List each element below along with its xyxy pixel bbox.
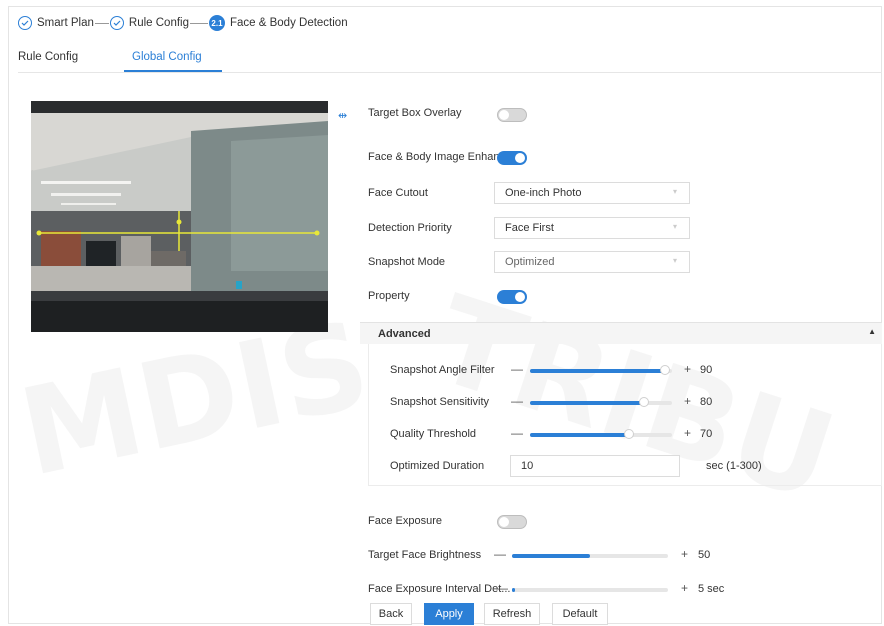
slider-fill [530, 433, 629, 437]
quality-decrease[interactable]: — [511, 426, 523, 440]
interval-value: 5 sec [698, 583, 725, 595]
sensitivity-decrease[interactable]: — [511, 394, 523, 408]
slider-fill [512, 554, 590, 558]
sensitivity-value: 80 [700, 396, 713, 408]
active-tab-indicator [124, 70, 222, 72]
step-rule-config[interactable]: Rule Config [109, 16, 189, 30]
caret-up-icon[interactable]: ▲ [868, 327, 876, 336]
default-button[interactable]: Default [552, 603, 608, 625]
brightness-decrease[interactable]: — [494, 547, 506, 561]
chevron-down-icon: ▾ [673, 187, 678, 196]
detection-priority-value: Face First [505, 222, 554, 234]
back-button[interactable]: Back [370, 603, 412, 625]
angle-filter-decrease[interactable]: — [511, 362, 523, 376]
target-box-overlay-toggle[interactable] [497, 108, 527, 122]
refresh-button[interactable]: Refresh [484, 603, 540, 625]
brightness-slider[interactable] [512, 554, 668, 558]
advanced-title: Advanced [378, 328, 431, 340]
sensitivity-slider[interactable] [530, 397, 672, 407]
face-exposure-toggle[interactable] [497, 515, 527, 529]
face-cutout-select[interactable]: One-inch Photo ▾ [494, 182, 690, 204]
property-label: Property [368, 290, 410, 302]
snapshot-mode-select[interactable]: Optimized ▾ [494, 251, 690, 273]
interval-increase[interactable]: + [681, 581, 688, 595]
target-box-overlay-label: Target Box Overlay [368, 107, 462, 119]
office-scene-image [31, 101, 328, 332]
step-label: Face & Body Detection [229, 17, 348, 29]
quality-value: 70 [700, 428, 713, 440]
duration-value: 10 [521, 460, 534, 472]
detection-priority-select[interactable]: Face First ▾ [494, 217, 690, 239]
image-enhance-label: Face & Body Image Enhan... [368, 151, 509, 163]
brightness-increase[interactable]: + [681, 547, 688, 561]
chevron-down-icon: ▾ [673, 222, 678, 231]
angle-filter-label: Snapshot Angle Filter [390, 364, 495, 376]
image-enhance-toggle[interactable] [497, 151, 527, 165]
slider-knob[interactable] [660, 365, 670, 375]
split-handle-icon[interactable]: ⇹ [338, 109, 347, 122]
step-smart-plan[interactable]: Smart Plan [18, 16, 94, 30]
interval-slider[interactable] [512, 588, 668, 592]
snapshot-mode-value: Optimized [505, 256, 555, 268]
angle-filter-slider[interactable] [530, 365, 672, 375]
quality-label: Quality Threshold [390, 428, 477, 440]
step-face-body-detection[interactable]: 2.1 Face & Body Detection [208, 15, 348, 31]
interval-decrease[interactable]: — [496, 581, 508, 595]
sensitivity-label: Snapshot Sensitivity [390, 396, 490, 408]
check-circle-icon [109, 16, 124, 30]
duration-label: Optimized Duration [390, 460, 485, 472]
chevron-down-icon: ▾ [673, 256, 678, 265]
step-label: Rule Config [128, 17, 189, 29]
snapshot-mode-label: Snapshot Mode [368, 256, 446, 268]
step-connector [94, 22, 109, 24]
interval-label: Face Exposure Interval Det... [368, 583, 511, 595]
duration-unit: sec (1-300) [706, 460, 762, 472]
quality-increase[interactable]: + [684, 426, 691, 440]
brightness-value: 50 [698, 549, 711, 561]
tab-rule-config[interactable]: Rule Config [18, 51, 78, 63]
detection-priority-label: Detection Priority [368, 222, 452, 234]
video-preview[interactable] [31, 101, 328, 332]
step-label: Smart Plan [37, 17, 94, 29]
slider-fill [512, 588, 515, 592]
face-cutout-label: Face Cutout [368, 187, 428, 199]
slider-fill [530, 401, 644, 405]
angle-filter-increase[interactable]: + [684, 362, 691, 376]
slider-fill [530, 369, 665, 373]
brightness-label: Target Face Brightness [368, 549, 482, 561]
advanced-section-header[interactable]: Advanced ▲ [360, 322, 882, 344]
check-circle-icon [18, 16, 32, 30]
slider-knob[interactable] [624, 429, 634, 439]
face-exposure-label: Face Exposure [368, 515, 442, 527]
step-bar: Smart Plan Rule Config 2.1 Face & Body D… [18, 14, 348, 32]
apply-button[interactable]: Apply [424, 603, 474, 625]
config-tabs: Rule Config Global Config [18, 44, 882, 73]
duration-input[interactable]: 10 [510, 455, 680, 477]
property-toggle[interactable] [497, 290, 527, 304]
tab-global-config[interactable]: Global Config [132, 51, 202, 63]
quality-slider[interactable] [530, 429, 672, 439]
step-connector [189, 22, 208, 24]
slider-knob[interactable] [639, 397, 649, 407]
sensitivity-increase[interactable]: + [684, 394, 691, 408]
angle-filter-value: 90 [700, 364, 713, 376]
step-number-badge: 2.1 [208, 15, 225, 31]
face-cutout-value: One-inch Photo [505, 187, 582, 199]
